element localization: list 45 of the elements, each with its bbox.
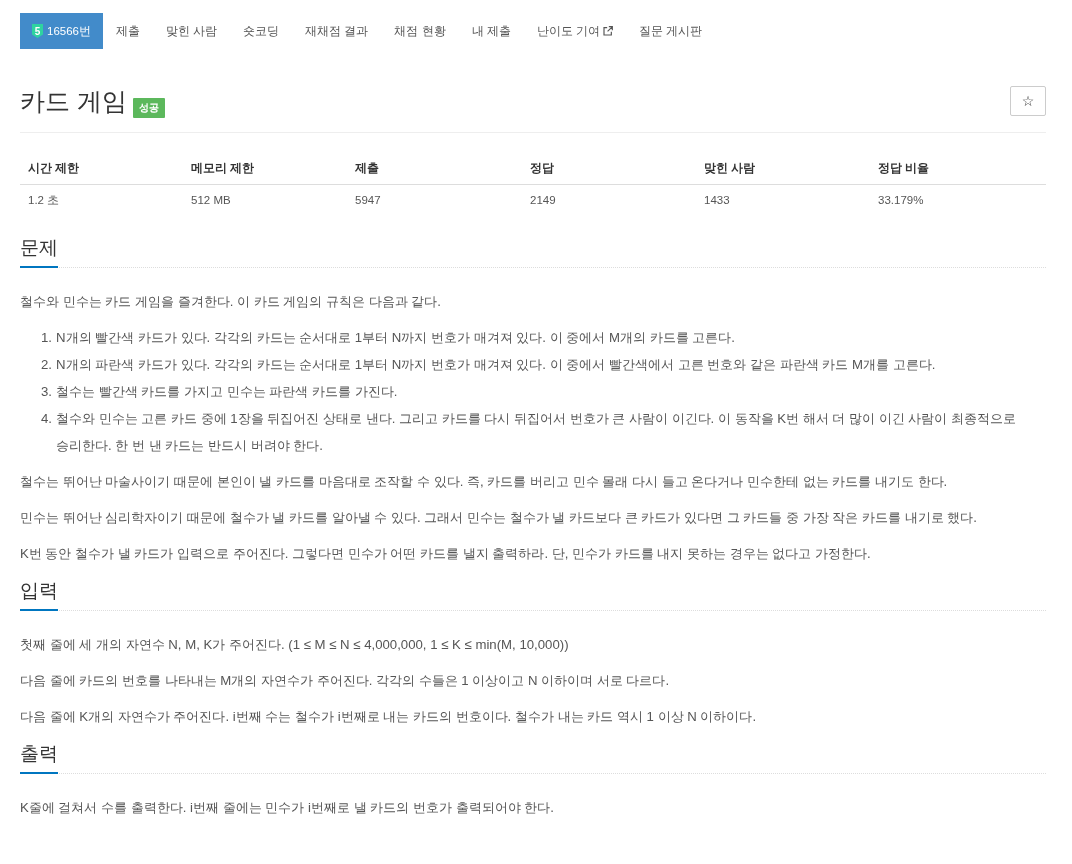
nav-tab[interactable]: 맞힌 사람 — [153, 13, 231, 49]
table-cell-text: 1433 — [703, 193, 731, 208]
external-link-icon — [603, 26, 613, 36]
table-header: 제출 — [354, 161, 380, 176]
table-cell-text: 33.179% — [877, 193, 925, 208]
list-number: 2. — [40, 356, 52, 374]
list-number: 3. — [40, 383, 52, 401]
tier-badge: 5 — [32, 24, 43, 38]
paragraph: 민수는 뛰어난 심리학자이기 때문에 철수가 낼 카드를 알아낼 수 있다. 그래서 민수는 철수가 낼 카드보다 큰 카드가 있다면 그 카드들 중 가장 작은 카드를 내기로 했다. — [20, 509, 978, 527]
table-header: 정답 — [529, 161, 555, 176]
list-number: 1. — [40, 329, 52, 347]
table-cell-text: 512 MB — [190, 193, 232, 208]
table-cell-text: 1.2 초 — [27, 193, 61, 208]
paragraph: 다음 줄에 카드의 번호를 나타내는 M개의 자연수가 주어진다. 각각의 수들은 1 이상이고 N 이하이며 서로 다르다. — [20, 672, 671, 690]
list-item-text: 철수와 민수는 고른 카드 중에 1장을 뒤집어진 상태로 낸다. 그리고 카드를 다시 뒤집어서 번호가 큰 사람이 이긴다. 이 동작을 K번 해서 더 많이 이긴 사람이 최종적으로 승리한다. 한 번 낸 카드는 반드시 버려야 한다. — [56, 410, 1018, 455]
list-item-text: N개의 빨간색 카드가 있다. 각각의 카드는 순서대로 1부터 N까지 번호가 매겨져 있다. 이 중에서 M개의 카드를 고른다. — [56, 329, 736, 347]
paragraph: 다음 줄에 K개의 자연수가 주어진다. i번째 수는 철수가 i번째로 내는 카드의 번호이다. 철수가 내는 카드 역시 1 이상 N 이하이다. — [20, 708, 758, 726]
favorite-button[interactable]: ☆ — [1010, 86, 1046, 116]
nav-tab[interactable]: 난이도 기여 — [523, 13, 626, 49]
list-item-text: N개의 파란색 카드가 있다. 각각의 카드는 순서대로 1부터 N까지 번호가 매겨져 있다. 이 중에서 빨간색에서 고른 번호와 같은 파란색 카드 M개를 고른다. — [56, 356, 937, 374]
section-heading: 입력 — [20, 577, 58, 611]
section-heading: 출력 — [20, 740, 58, 774]
list-item-text: 철수는 빨간색 카드를 가지고 민수는 파란색 카드를 가진다. — [56, 383, 399, 401]
table-header: 시간 제한 — [27, 161, 81, 176]
nav-tab[interactable]: 채점 현황 — [381, 13, 459, 49]
paragraph: 철수는 뛰어난 마술사이기 때문에 본인이 낼 카드를 마음대로 조작할 수 있다. 즉, 카드를 버리고 민수 몰래 다시 들고 온다거나 민수한테 없는 카드를 내기도 한다. — [20, 473, 949, 491]
section-heading: 문제 — [20, 234, 58, 268]
nav-tab[interactable]: 질문 게시판 — [626, 13, 716, 49]
table-header: 메모리 제한 — [190, 161, 256, 176]
paragraph: 철수와 민수는 카드 게임을 즐겨한다. 이 카드 게임의 규칙은 다음과 같다. — [20, 293, 442, 311]
nav-tab[interactable]: 내 제출 — [458, 13, 524, 49]
table-cell-text: 5947 — [354, 193, 382, 208]
nav-tab[interactable]: 숏코딩 — [230, 13, 293, 49]
nav-tab[interactable]: 제출 — [103, 13, 153, 49]
table-cell-text: 2149 — [529, 193, 557, 208]
list-number: 4. — [40, 410, 52, 428]
nav-tab[interactable]: 재채점 결과 — [292, 13, 382, 49]
paragraph: K줄에 걸쳐서 수를 출력한다. i번째 줄에는 민수가 i번째로 낼 카드의 번호가 출력되어야 한다. — [20, 799, 555, 817]
table-header: 맞힌 사람 — [703, 161, 757, 176]
table-header: 정답 비율 — [877, 161, 931, 176]
paragraph: K번 동안 철수가 낼 카드가 입력으로 주어진다. 그렇다면 민수가 어떤 카드를 낼지 출력하라. 단, 민수가 카드를 내지 못하는 경우는 없다고 가정한다. — [20, 545, 872, 563]
problem-tab[interactable]: 5 16566번 — [20, 13, 103, 49]
paragraph: 첫째 줄에 세 개의 자연수 N, M, K가 주어진다. (1 ≤ M ≤ N ≤ 4,000,000, 1 ≤ K ≤ min(M, 10,000)) — [20, 636, 570, 654]
problem-title: 카드 게임 — [20, 86, 127, 116]
result-badge: 성공 — [132, 98, 165, 118]
